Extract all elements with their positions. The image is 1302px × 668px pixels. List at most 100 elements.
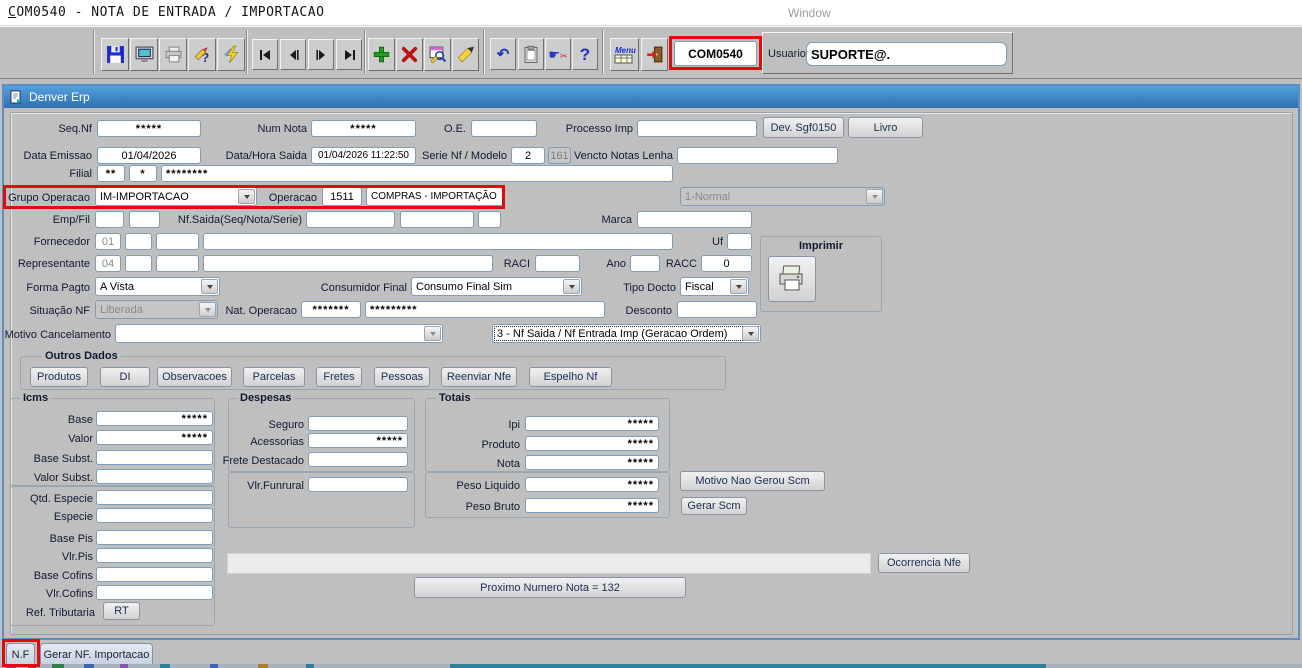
menu-window[interactable]: Window <box>788 6 831 20</box>
nav-previous-button[interactable] <box>280 39 306 70</box>
processo-imp-field[interactable] <box>637 120 757 137</box>
icms-base-subst-field[interactable] <box>96 450 213 465</box>
frete-destacado-field[interactable] <box>308 452 408 467</box>
serie-nf-field[interactable]: 2 <box>511 147 545 164</box>
filial-field-3[interactable]: ******** <box>161 165 673 182</box>
reenviar-nfe-button[interactable]: Reenviar Nfe <box>441 367 517 387</box>
emp-fil-field-2[interactable] <box>129 211 160 228</box>
representante-code-field[interactable]: 04 <box>95 255 121 272</box>
data-hora-saida-field[interactable]: 01/04/2026 11:22:50 <box>311 147 416 164</box>
nat-operacao-code-field[interactable]: ******* <box>301 301 361 318</box>
cut-hand-button[interactable]: ☛✂ <box>545 38 571 70</box>
gerar-scm-button[interactable]: Gerar Scm <box>681 497 747 515</box>
nav-first-button[interactable] <box>252 39 278 70</box>
peso-liquido-field[interactable]: ***** <box>525 477 659 492</box>
produtos-button[interactable]: Produtos <box>30 367 88 387</box>
raci-field[interactable] <box>535 255 580 272</box>
search-edit-button[interactable] <box>424 38 451 71</box>
racc-field[interactable]: 0 <box>701 255 752 272</box>
execute-query-button[interactable] <box>217 38 245 71</box>
forma-pagto-combo[interactable]: A Vista <box>95 277 220 296</box>
usuario-field[interactable]: SUPORTE@. <box>806 42 1007 66</box>
operacao-code-field[interactable]: 1511 <box>322 187 362 206</box>
program-code-field[interactable]: COM0540 <box>674 41 757 66</box>
base-cofins-field[interactable] <box>96 567 213 582</box>
dev-sgf0150-button[interactable]: Dev. Sgf0150 <box>763 117 844 138</box>
operacao-desc-field[interactable]: COMPRAS - IMPORTAÇÃO <box>366 187 503 206</box>
icms-base-field[interactable]: ***** <box>96 411 213 426</box>
di-button[interactable]: DI <box>100 367 150 387</box>
tab-nf[interactable]: N.F <box>6 643 35 665</box>
vencto-notas-lenha-field[interactable] <box>677 147 838 164</box>
fornecedor-code-field[interactable]: 01 <box>95 233 121 250</box>
oe-field[interactable] <box>471 120 537 137</box>
icms-valor-field[interactable]: ***** <box>96 430 213 445</box>
num-nota-field[interactable]: ***** <box>311 120 416 137</box>
undo-button[interactable]: ↶ <box>490 38 516 70</box>
chevron-down-icon[interactable] <box>201 279 218 294</box>
nat-operacao-desc-field[interactable]: ********* <box>365 301 605 318</box>
paste-button[interactable] <box>518 38 544 70</box>
add-record-button[interactable] <box>368 38 395 71</box>
nav-last-button[interactable] <box>336 39 362 70</box>
consumidor-final-combo[interactable]: Consumo Final Sim <box>411 277 582 296</box>
emp-fil-field-1[interactable] <box>95 211 124 228</box>
especie-field[interactable] <box>96 508 213 523</box>
ano-field[interactable] <box>630 255 660 272</box>
nf-saida-nota-field[interactable] <box>400 211 474 228</box>
filial-field-2[interactable]: * <box>129 165 157 182</box>
filial-field-1[interactable]: ** <box>97 165 125 182</box>
pessoas-button[interactable]: Pessoas <box>374 367 430 387</box>
rt-button[interactable]: RT <box>103 602 140 620</box>
help-button[interactable]: ? <box>572 38 598 70</box>
livro-button[interactable]: Livro <box>848 117 923 138</box>
fretes-button[interactable]: Fretes <box>316 367 362 387</box>
proximo-numero-nota-button[interactable]: Proximo Numero Nota = 132 <box>414 577 686 598</box>
representante-name-field[interactable] <box>203 255 493 272</box>
marca-field[interactable] <box>637 211 752 228</box>
nota-field[interactable]: ***** <box>525 455 659 470</box>
seguro-field[interactable] <box>308 416 408 431</box>
nf-saida-seq-field[interactable] <box>306 211 395 228</box>
vlr-cofins-field[interactable] <box>96 585 213 600</box>
menu-button[interactable]: Menu <box>610 38 639 71</box>
base-pis-field[interactable] <box>96 530 213 545</box>
representante-field-3[interactable] <box>156 255 199 272</box>
espelho-nf-button[interactable]: Espelho Nf <box>529 367 612 387</box>
seq-nf-field[interactable]: ***** <box>97 120 201 137</box>
chevron-down-icon[interactable] <box>563 279 580 294</box>
parcelas-button[interactable]: Parcelas <box>243 367 305 387</box>
motivo-nao-gerou-scm-button[interactable]: Motivo Nao Gerou Scm <box>680 471 825 491</box>
delete-record-button[interactable] <box>396 38 423 71</box>
save-button[interactable] <box>101 38 129 71</box>
ipi-field[interactable]: ***** <box>525 416 659 431</box>
tab-gerar-nf-importacao[interactable]: Gerar NF. Importacao <box>40 643 153 665</box>
grupo-operacao-combo[interactable]: IM-IMPORTACAO <box>95 187 257 206</box>
produto-field[interactable]: ***** <box>525 436 659 451</box>
fornecedor-field-2[interactable] <box>125 233 152 250</box>
fornecedor-field-3[interactable] <box>156 233 199 250</box>
observacoes-button[interactable]: Observacoes <box>157 367 232 387</box>
representante-field-2[interactable] <box>125 255 152 272</box>
edit-wand-button[interactable] <box>452 38 479 71</box>
geracao-ordem-combo[interactable]: 3 - Nf Saida / Nf Entrada Imp (Geracao O… <box>492 324 761 343</box>
tipo-docto-combo[interactable]: Fiscal <box>680 277 749 296</box>
nf-saida-serie-field[interactable] <box>478 211 501 228</box>
peso-bruto-field[interactable]: ***** <box>525 498 659 513</box>
print-button[interactable] <box>159 38 187 71</box>
chevron-down-icon[interactable] <box>742 326 759 341</box>
vlr-pis-field[interactable] <box>96 548 213 563</box>
imprimir-print-button[interactable] <box>768 256 816 302</box>
acessorias-field[interactable]: ***** <box>308 433 408 448</box>
qtd-especie-field[interactable] <box>96 490 213 505</box>
uf-field[interactable] <box>727 233 752 250</box>
nav-next-button[interactable] <box>308 39 334 70</box>
screen-button[interactable] <box>130 38 158 71</box>
data-emissao-field[interactable]: 01/04/2026 <box>97 147 201 164</box>
chevron-down-icon[interactable] <box>238 189 255 204</box>
chevron-down-icon[interactable] <box>730 279 747 294</box>
icms-valor-subst-field[interactable] <box>96 469 213 484</box>
vlr-funrural-field[interactable] <box>308 477 408 492</box>
desconto-field[interactable] <box>677 301 757 318</box>
exit-button[interactable] <box>641 38 668 71</box>
